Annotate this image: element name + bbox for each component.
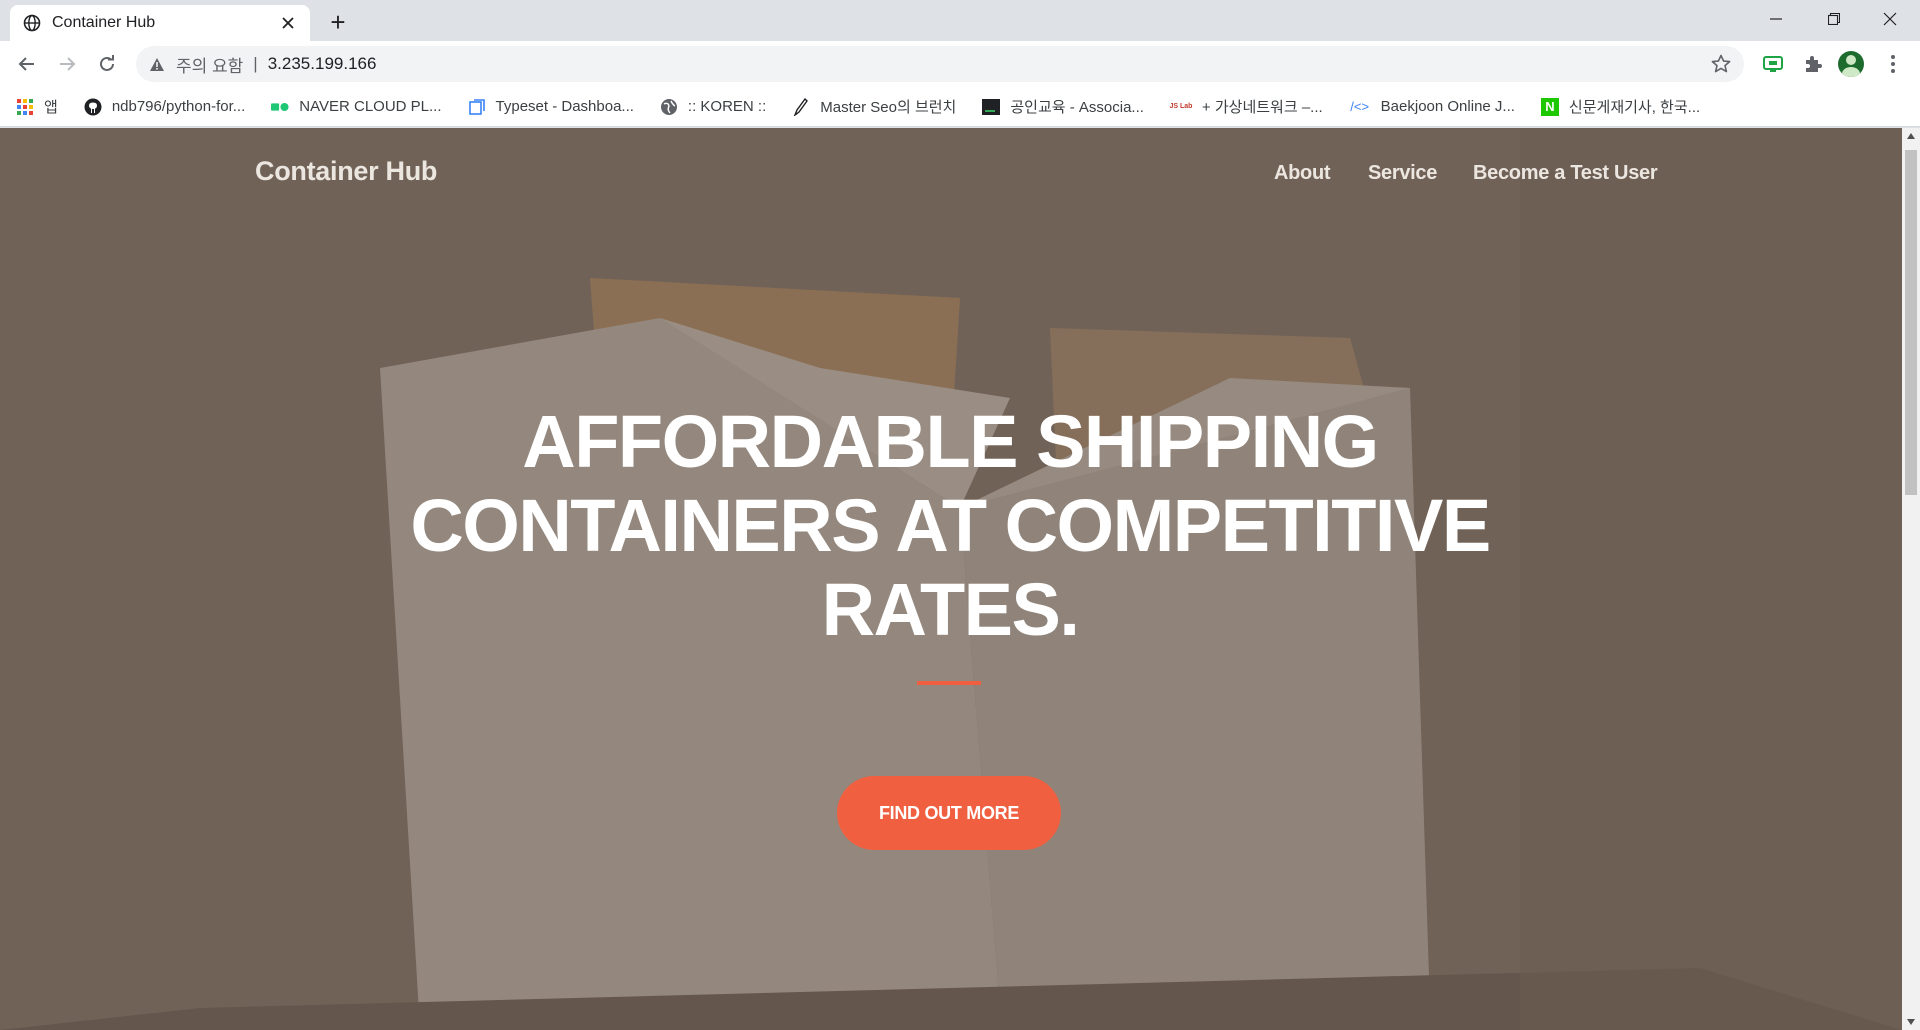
find-out-more-button[interactable]: FIND OUT MORE (837, 776, 1061, 850)
browser-toolbar: 주의 요함 | 3.235.199.166 (0, 41, 1920, 87)
close-window-button[interactable] (1862, 0, 1918, 38)
warning-icon[interactable] (148, 55, 166, 73)
extension-icon[interactable] (1760, 51, 1786, 77)
hero-divider (917, 681, 981, 685)
bookmark-label: ndb796/python-for... (111, 98, 246, 115)
site-navbar: Container Hub About Service Become a Tes… (0, 128, 1902, 218)
bookmark-brunch[interactable]: Master Seo의 브런치 (792, 96, 956, 117)
bookmark-label: NAVER CLOUD PL... (299, 98, 442, 115)
tab-title: Container Hub (52, 14, 156, 31)
globe-icon (660, 98, 678, 116)
bookmark-news[interactable]: N 신문게재기사, 한국... (1540, 96, 1701, 117)
hero-heading: AFFORDABLE SHIPPING CONTAINERS AT COMPET… (410, 400, 1491, 651)
vertical-scrollbar[interactable] (1902, 128, 1920, 1030)
code-icon: /<> (1350, 99, 1370, 114)
bookmark-baekjoon[interactable]: /<> Baekjoon Online J... (1349, 98, 1515, 116)
bookmarks-bar: 앱 ndb796/python-for... NAVER CLOUD PL...… (0, 87, 1920, 127)
bookmark-koren[interactable]: :: KOREN :: (660, 98, 766, 116)
bookmark-virtual-network[interactable]: JS Lab + 가상네트워크 –... (1169, 96, 1323, 117)
bookmark-label: Typeset - Dashboa... (495, 98, 634, 115)
terminal-icon (982, 98, 1001, 116)
address-separator: | (253, 54, 258, 73)
new-tab-button[interactable]: + (324, 8, 352, 36)
apps-grid-icon (16, 98, 34, 116)
nav-service-link[interactable]: Service (1368, 162, 1437, 185)
bookmark-label: 앱 (44, 99, 58, 116)
minimize-button[interactable] (1748, 0, 1804, 38)
bookmark-label: Baekjoon Online J... (1380, 98, 1515, 115)
browser-tab-strip: Container Hub + (0, 0, 1920, 41)
address-bar[interactable]: 주의 요함 | 3.235.199.166 (136, 46, 1744, 82)
scroll-up-arrow-icon[interactable] (1902, 128, 1920, 144)
scroll-down-arrow-icon[interactable] (1902, 1014, 1920, 1030)
bookmark-label: Master Seo의 브런치 (820, 99, 957, 116)
browser-tab[interactable]: Container Hub (10, 5, 310, 41)
bookmark-label: + 가상네트워크 –... (1201, 99, 1323, 116)
back-button[interactable] (12, 49, 42, 79)
avatar (1838, 51, 1864, 77)
site-brand-link[interactable]: Container Hub (255, 156, 437, 187)
reload-button[interactable] (92, 49, 122, 79)
bookmark-naver-cloud[interactable]: NAVER CLOUD PL... (271, 98, 442, 116)
bookmark-label: 신문게재기사, 한국... (1568, 99, 1701, 116)
typeset-icon (468, 98, 486, 116)
brunch-pen-icon (792, 97, 810, 116)
nav-test-user-link[interactable]: Become a Test User (1473, 162, 1658, 185)
tab-close-icon[interactable] (278, 13, 298, 33)
github-icon (84, 98, 102, 116)
page-viewport: Container Hub About Service Become a Tes… (0, 128, 1902, 1030)
naver-icon: N (1540, 97, 1559, 116)
profile-avatar[interactable] (1838, 51, 1864, 77)
bookmark-label: :: KOREN :: (687, 98, 767, 115)
puzzle-icon[interactable] (1800, 51, 1826, 77)
lab-icon: JS Lab (1169, 103, 1193, 110)
restore-button[interactable] (1806, 0, 1862, 38)
url-text[interactable]: 3.235.199.166 (268, 54, 377, 74)
forward-button[interactable] (52, 49, 82, 79)
bookmark-typeset[interactable]: Typeset - Dashboa... (468, 98, 634, 116)
bookmark-associate[interactable]: 공인교육 - Associa... (982, 96, 1144, 117)
bookmark-github[interactable]: ndb796/python-for... (84, 98, 245, 116)
scrollbar-thumb[interactable] (1905, 150, 1917, 495)
bookmark-label: 공인교육 - Associa... (1010, 99, 1144, 116)
bookmark-star-icon[interactable] (1710, 53, 1732, 75)
nav-about-link[interactable]: About (1274, 162, 1331, 185)
globe-icon (22, 13, 42, 33)
bookmark-apps[interactable]: 앱 (16, 96, 58, 117)
naver-cloud-icon (271, 98, 289, 116)
security-label[interactable]: 주의 요함 (176, 52, 243, 77)
menu-dots-icon[interactable] (1880, 51, 1906, 77)
